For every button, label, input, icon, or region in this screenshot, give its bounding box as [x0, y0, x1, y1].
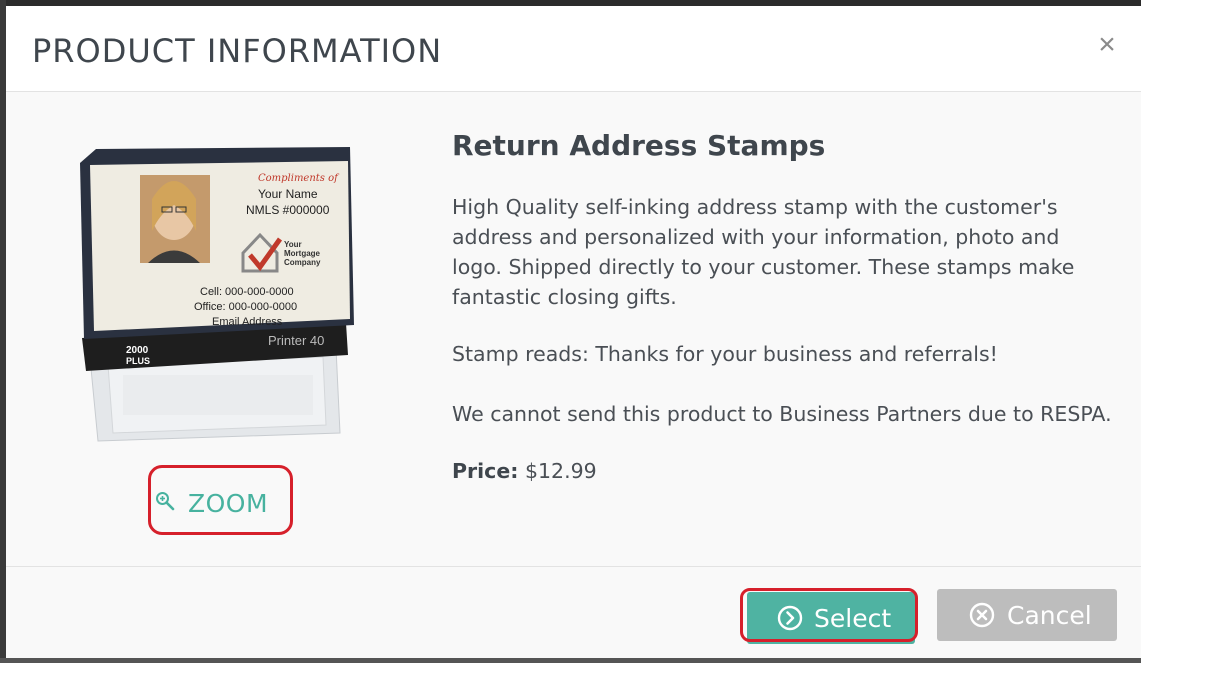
price-value: $12.99: [524, 459, 597, 483]
stamp-brand-2: PLUS: [126, 356, 150, 366]
backdrop-bottom: [0, 658, 1141, 663]
zoom-label: ZOOM: [188, 489, 269, 518]
stamp-company-2: Mortgage: [284, 249, 321, 258]
stamp-reads-text: Stamp reads: Thanks for your business an…: [452, 342, 998, 366]
product-info-modal: PRODUCT INFORMATION × Compliments of You…: [6, 6, 1141, 658]
stamp-brand-1: 2000: [126, 345, 149, 356]
stamp-nmls: NMLS #000000: [246, 203, 330, 217]
modal-title: PRODUCT INFORMATION: [32, 32, 443, 70]
modal-body: Compliments of Your Name NMLS #000000 Yo…: [6, 93, 1141, 566]
stamp-model: Printer 40: [268, 333, 324, 348]
description-line: fantastic closing gifts.: [452, 285, 677, 309]
stamp-email: Email Address: [212, 316, 283, 328]
select-button-label: Select: [814, 604, 892, 633]
zoom-in-icon: [156, 492, 175, 511]
price-line: Price: $12.99: [452, 459, 597, 483]
description-line: High Quality self-inking address stamp w…: [452, 195, 1058, 219]
modal-header: PRODUCT INFORMATION ×: [6, 6, 1141, 92]
modal-footer: Select Cancel: [6, 566, 1141, 658]
close-circle-icon: [969, 602, 995, 628]
stamp-name: Your Name: [258, 187, 318, 201]
description-line: logo. Shipped directly to your customer.…: [452, 255, 1075, 279]
stamp-compliments: Compliments of: [258, 173, 340, 184]
cancel-button-label: Cancel: [1007, 601, 1092, 630]
product-description: High Quality self-inking address stamp w…: [452, 192, 1132, 312]
respa-note: We cannot send this product to Business …: [452, 402, 1112, 426]
select-button[interactable]: Select: [747, 592, 915, 644]
stamp-cell: Cell: 000-000-0000: [200, 286, 294, 298]
chevron-right-circle-icon: [777, 605, 803, 631]
price-label: Price:: [452, 459, 519, 483]
stamp-company-3: Company: [284, 258, 321, 267]
zoom-link[interactable]: ZOOM: [148, 465, 292, 535]
close-icon[interactable]: ×: [1093, 30, 1121, 60]
product-name: Return Address Stamps: [452, 129, 826, 162]
description-line: address and personalized with your infor…: [452, 225, 1060, 249]
product-image: Compliments of Your Name NMLS #000000 Yo…: [80, 147, 354, 442]
stamp-office: Office: 000-000-0000: [194, 301, 297, 313]
cancel-button[interactable]: Cancel: [937, 589, 1117, 641]
stamp-company-1: Your: [284, 240, 302, 249]
